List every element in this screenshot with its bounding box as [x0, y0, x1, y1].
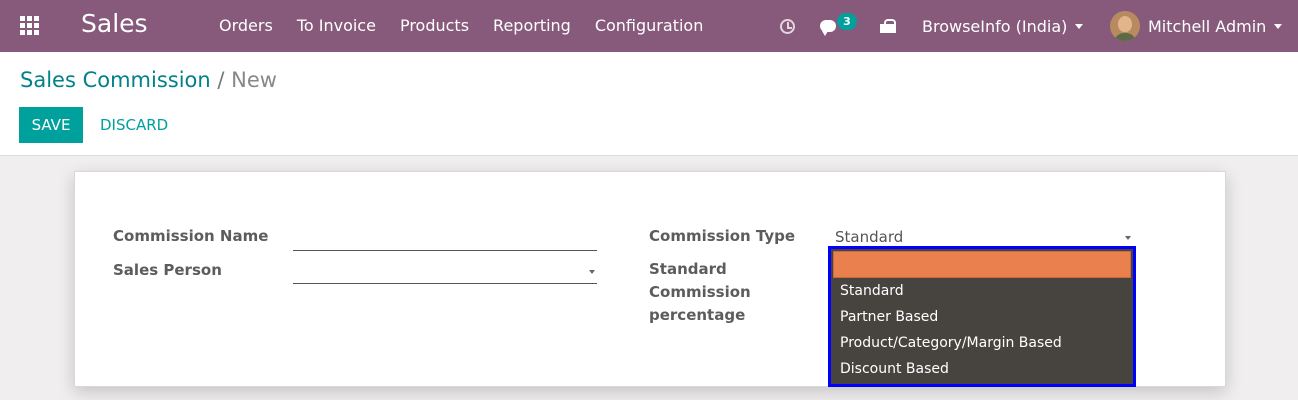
caret-down-icon	[1274, 23, 1283, 29]
control-panel: Sales Commission / New SAVE DISCARD	[0, 52, 1298, 156]
chevron-down-icon	[1125, 236, 1131, 240]
save-button[interactable]: SAVE	[19, 107, 83, 143]
activity-clock-icon[interactable]	[780, 0, 796, 52]
breadcrumb-current: New	[231, 68, 277, 92]
label-line: Standard	[649, 260, 727, 278]
label-line: Commission	[649, 283, 751, 301]
messages-icon[interactable]: 3	[820, 0, 860, 52]
dropdown-option-discount-based[interactable]: Discount Based	[840, 361, 949, 377]
avatar	[1110, 11, 1140, 41]
commission-type-label: Commission Type	[649, 227, 796, 245]
standard-commission-percentage-label: Standard Commission percentage	[649, 258, 751, 327]
sales-person-select[interactable]	[293, 260, 597, 284]
breadcrumb-separator: /	[217, 68, 225, 92]
breadcrumb-parent-link[interactable]: Sales Commission	[20, 68, 211, 92]
chevron-down-icon	[589, 270, 595, 274]
sales-person-label: Sales Person	[113, 261, 222, 279]
caret-down-icon	[1075, 23, 1084, 29]
commission-type-dropdown[interactable]: Standard Partner Based Product/Category/…	[828, 246, 1136, 387]
commission-name-input[interactable]	[293, 227, 597, 251]
company-switcher[interactable]: BrowseInfo (India)	[922, 0, 1084, 52]
main-menu: Orders To Invoice Products Reporting Con…	[219, 16, 703, 35]
top-navbar: Sales Orders To Invoice Products Reporti…	[0, 0, 1298, 52]
app-name: Sales	[81, 9, 148, 38]
discard-button[interactable]: DISCARD	[92, 107, 176, 143]
dropdown-option-empty[interactable]	[833, 251, 1131, 278]
dropdown-option-product-category-margin-based[interactable]: Product/Category/Margin Based	[840, 335, 1062, 351]
menu-item-products[interactable]: Products	[400, 16, 469, 35]
commission-type-select[interactable]: Standard	[835, 228, 903, 246]
chat-bubble-icon	[820, 20, 836, 36]
messages-count-badge: 3	[837, 13, 857, 30]
menu-item-to-invoice[interactable]: To Invoice	[297, 16, 376, 35]
commission-name-label: Commission Name	[113, 227, 269, 245]
menu-item-reporting[interactable]: Reporting	[493, 16, 571, 35]
user-name: Mitchell Admin	[1148, 16, 1267, 36]
label-line: percentage	[649, 306, 746, 324]
company-name: BrowseInfo (India)	[922, 16, 1068, 36]
gift-icon[interactable]	[880, 0, 898, 52]
menu-item-configuration[interactable]: Configuration	[595, 16, 704, 35]
breadcrumb: Sales Commission / New	[20, 68, 277, 92]
dropdown-option-standard[interactable]: Standard	[840, 283, 904, 299]
dropdown-option-partner-based[interactable]: Partner Based	[840, 309, 938, 325]
apps-menu-icon[interactable]	[20, 16, 40, 35]
user-menu[interactable]: Mitchell Admin	[1110, 0, 1283, 52]
menu-item-orders[interactable]: Orders	[219, 16, 273, 35]
